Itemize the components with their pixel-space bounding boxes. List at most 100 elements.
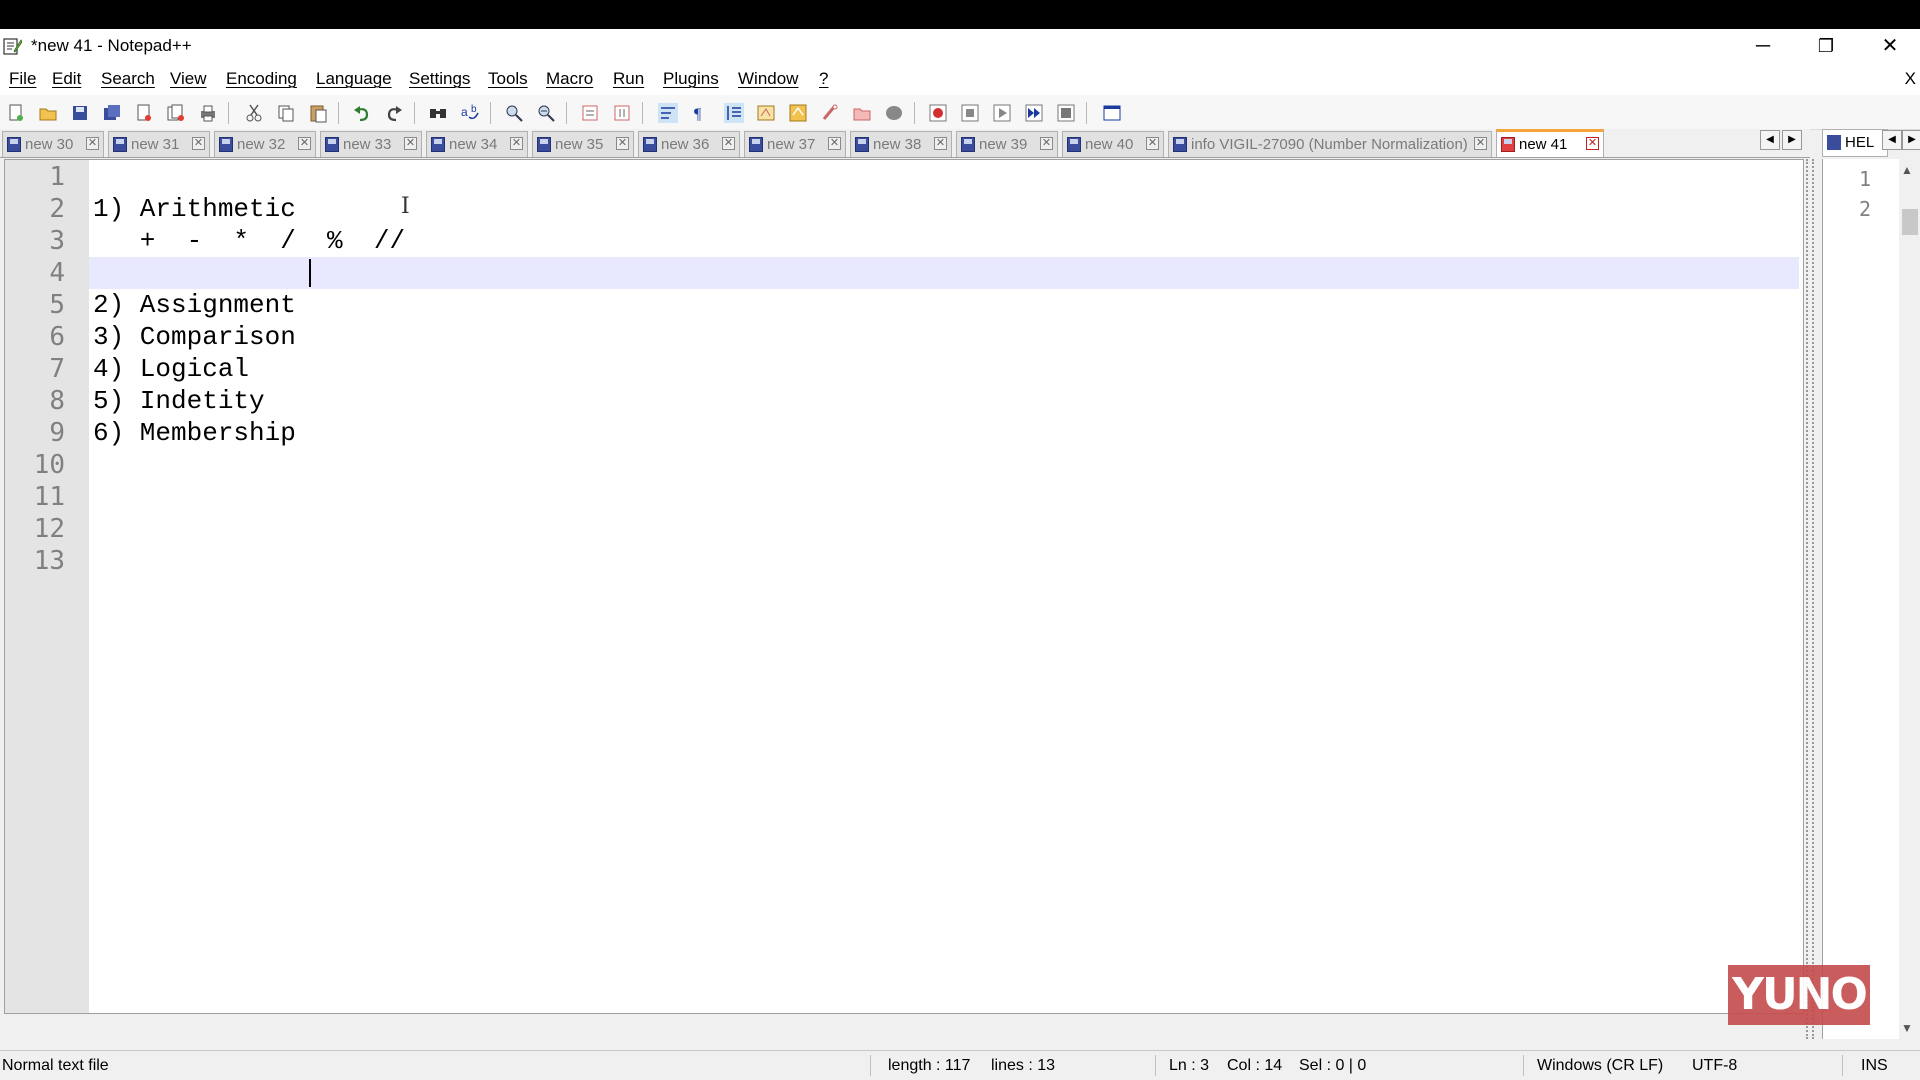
svg-text:b: b [471,104,477,115]
tab-new-33[interactable]: new 33 ✕ [320,131,422,157]
tab-scroll-left-icon[interactable]: ◀ [1882,130,1902,150]
function-list-icon[interactable] [820,103,840,123]
tab-close-icon[interactable]: ✕ [1586,137,1599,150]
svg-text:a: a [461,105,468,119]
toolbar-separator [228,102,229,124]
tab-label: new 40 [1085,136,1134,153]
document-map-icon[interactable] [788,103,808,123]
tab-secondary-hel[interactable]: HEL [1822,129,1888,157]
unsaved-file-icon [431,137,445,152]
tab-new-34[interactable]: new 34 ✕ [426,131,528,157]
toolbar-separator [490,102,491,124]
menu-help[interactable]: ? [819,63,828,95]
tab-new-38[interactable]: new 38 ✕ [850,131,952,157]
user-defined-language-icon[interactable] [756,103,776,123]
macro-play-icon[interactable] [992,103,1012,123]
menu-settings[interactable]: Settings [409,63,470,95]
tab-close-icon[interactable]: ✕ [1146,137,1159,150]
show-all-characters-icon[interactable]: ¶ [690,103,710,123]
close-file-icon[interactable] [134,103,154,123]
indent-guide-icon[interactable] [724,103,744,123]
macro-record-icon[interactable] [928,103,948,123]
open-file-icon[interactable] [38,103,58,123]
tab-new-30[interactable]: new 30 ✕ [2,131,104,157]
tab-close-icon[interactable]: ✕ [722,137,735,150]
tab-label: new 33 [343,136,392,153]
tab-info-vigil[interactable]: info VIGIL-27090 (Number Normalization) ✕ [1168,131,1492,157]
copy-icon[interactable] [276,103,296,123]
menu-macro[interactable]: Macro [546,63,593,95]
vertical-scrollbar[interactable]: ▲ ▼ [1899,159,1920,1039]
paste-icon[interactable] [308,103,328,123]
tab-new-36[interactable]: new 36 ✕ [638,131,740,157]
line-number: 2 [49,194,65,224]
status-selection: Sel : 0 | 0 [1299,1057,1367,1074]
tab-label: HEL [1845,134,1875,151]
text-caret [309,259,311,287]
splitter-handle[interactable] [1812,159,1818,1039]
macro-save-icon[interactable] [1056,103,1076,123]
tab-new-31[interactable]: new 31 ✕ [108,131,210,157]
menu-file[interactable]: File [9,63,36,95]
menu-edit[interactable]: Edit [52,63,81,95]
tab-new-35[interactable]: new 35 ✕ [532,131,634,157]
cut-icon[interactable] [244,103,264,123]
tab-close-icon[interactable]: ✕ [192,137,205,150]
launch-browser-icon[interactable] [1102,103,1122,123]
folder-as-workspace-icon[interactable] [852,103,872,123]
tab-close-icon[interactable]: ✕ [404,137,417,150]
scroll-down-icon[interactable]: ▼ [1901,1021,1913,1035]
tab-close-icon[interactable]: ✕ [298,137,311,150]
undo-icon[interactable] [352,103,372,123]
menu-plugins[interactable]: Plugins [663,63,719,95]
tab-close-icon[interactable]: ✕ [934,137,947,150]
save-all-icon[interactable] [102,103,122,123]
menu-encoding[interactable]: Encoding [226,63,297,95]
tab-new-39[interactable]: new 39 ✕ [956,131,1058,157]
macro-run-multiple-icon[interactable] [1024,103,1044,123]
tab-close-icon[interactable]: ✕ [1040,137,1053,150]
editor-secondary-view[interactable]: 1 2 ▲ ▼ [1822,159,1920,1039]
menu-tools[interactable]: Tools [488,63,528,95]
tab-scroll-left-icon[interactable]: ◀ [1760,130,1780,150]
find-icon[interactable] [428,103,448,123]
restore-button[interactable]: ❐ [1796,29,1856,63]
zoom-out-icon[interactable] [536,103,556,123]
menu-search[interactable]: Search [101,63,155,95]
zoom-in-icon[interactable] [504,103,524,123]
close-button[interactable]: ✕ [1860,29,1920,63]
scrollbar-thumb[interactable] [1902,209,1918,235]
replace-icon[interactable]: ab [460,103,480,123]
tab-close-icon[interactable]: ✕ [86,137,99,150]
tab-new-32[interactable]: new 32 ✕ [214,131,316,157]
editor-main[interactable]: 1 2 3 4 5 6 7 8 9 10 11 12 13 1) Arithme… [4,159,1804,1014]
menu-view[interactable]: View [170,63,207,95]
menu-window[interactable]: Window [738,63,798,95]
save-icon[interactable] [70,103,90,123]
minimize-button[interactable]: ─ [1733,29,1793,63]
monitoring-icon[interactable] [884,103,904,123]
tab-new-40[interactable]: new 40 ✕ [1062,131,1164,157]
scroll-up-icon[interactable]: ▲ [1901,163,1913,177]
tab-new-41[interactable]: new 41 ✕ [1496,129,1604,157]
tab-close-icon[interactable]: ✕ [1474,137,1487,150]
tab-scroll-right-icon[interactable]: ▶ [1902,130,1920,150]
new-file-icon[interactable] [6,103,26,123]
tab-new-37[interactable]: new 37 ✕ [744,131,846,157]
macro-stop-icon[interactable] [960,103,980,123]
tab-close-icon[interactable]: ✕ [828,137,841,150]
unsaved-file-icon [1173,137,1187,152]
word-wrap-icon[interactable] [658,103,678,123]
close-document-x[interactable]: X [1905,63,1916,95]
menu-run[interactable]: Run [613,63,644,95]
print-icon[interactable] [198,103,218,123]
sync-horizontal-icon[interactable] [612,103,632,123]
tab-close-icon[interactable]: ✕ [510,137,523,150]
tab-close-icon[interactable]: ✕ [616,137,629,150]
sync-vertical-icon[interactable] [580,103,600,123]
toolbar-separator [338,102,339,124]
redo-icon[interactable] [384,103,404,123]
tab-scroll-right-icon[interactable]: ▶ [1782,130,1802,150]
close-all-icon[interactable] [166,103,186,123]
menu-language[interactable]: Language [316,63,392,95]
